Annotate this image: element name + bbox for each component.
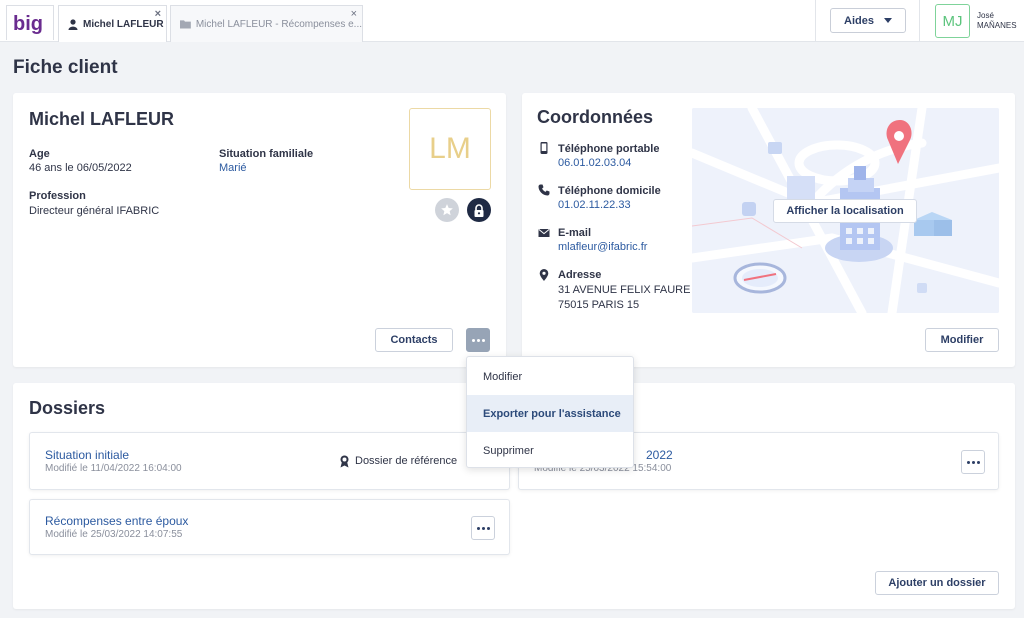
mobile-phone-icon xyxy=(540,142,548,154)
page-title: Fiche client xyxy=(13,57,118,78)
phone-icon xyxy=(538,184,550,196)
dot-icon xyxy=(976,460,980,464)
dossier-title[interactable]: 2022 xyxy=(646,448,673,462)
person-icon xyxy=(68,18,78,30)
dot-icon xyxy=(481,526,485,530)
email-value[interactable]: mlafleur@ifabric.fr xyxy=(558,241,647,253)
dot-icon xyxy=(971,460,975,464)
client-card: Michel LAFLEUR Age 46 ans le 06/05/2022 … xyxy=(13,93,506,367)
situation-value: Marié xyxy=(219,162,247,174)
app-logo[interactable]: big xyxy=(6,5,54,40)
user-first-name: José xyxy=(977,11,994,20)
dossier-more-button[interactable] xyxy=(961,450,985,474)
caret-down-icon xyxy=(883,18,892,23)
email-icon xyxy=(538,229,550,237)
dossier-item[interactable]: Récompenses entre époux Modifié le 25/03… xyxy=(29,499,510,555)
help-button[interactable]: Aides xyxy=(830,8,906,33)
reference-badge: Dossier de référence xyxy=(355,455,458,467)
dot-icon xyxy=(966,460,970,464)
divider xyxy=(815,0,816,42)
location-pin-icon xyxy=(539,269,549,281)
user-name[interactable]: José MAÑANES xyxy=(977,11,1017,31)
big-logo-icon: big xyxy=(13,13,43,35)
coordinates-title: Coordonnées xyxy=(537,107,654,127)
client-more-button[interactable] xyxy=(466,328,490,352)
help-label: Aides xyxy=(844,14,874,27)
menu-item-modify[interactable]: Modifier xyxy=(467,358,633,395)
dossier-more-button[interactable] xyxy=(471,516,495,540)
dossier-title[interactable]: Situation initiale xyxy=(45,448,129,462)
top-bar: big Michel LAFLEUR × Michel LAFLEUR - Ré… xyxy=(0,0,1024,42)
show-location-button[interactable]: Afficher la localisation xyxy=(773,199,917,223)
coordinates-card: Coordonnées Téléphone portable 06.01.02.… xyxy=(522,93,1015,367)
address-line1: 31 AVENUE FELIX FAURE xyxy=(558,284,691,296)
home-phone-label: Téléphone domicile xyxy=(558,185,661,197)
dot-icon xyxy=(476,526,480,530)
email-label: E-mail xyxy=(558,227,592,239)
dot-icon xyxy=(481,338,485,342)
client-name: Michel LAFLEUR xyxy=(29,109,175,129)
dossier-title[interactable]: Récompenses entre époux xyxy=(45,514,188,528)
logo-text: big xyxy=(13,13,43,35)
tab-client[interactable]: Michel LAFLEUR × xyxy=(58,5,167,42)
contacts-button[interactable]: Contacts xyxy=(375,328,453,352)
divider xyxy=(919,0,920,42)
mobile-value[interactable]: 06.01.02.03.04 xyxy=(558,157,631,169)
dot-icon xyxy=(476,338,480,342)
home-phone-value[interactable]: 01.02.11.22.33 xyxy=(558,199,631,211)
tab-dossier-label: Michel LAFLEUR - Récompenses e... xyxy=(195,18,362,30)
dossiers-title: Dossiers xyxy=(29,398,106,418)
profession-value: Directeur général IFABRIC xyxy=(29,205,160,217)
dossier-modified: Modifié le 25/03/2022 14:07:55 xyxy=(45,529,183,540)
modify-coordinates-button[interactable]: Modifier xyxy=(925,328,999,352)
map-illustration: Afficher la localisation xyxy=(692,108,999,313)
add-dossier-button[interactable]: Ajouter un dossier xyxy=(875,571,999,595)
age-label: Age xyxy=(29,148,50,160)
lock-button[interactable] xyxy=(467,198,491,222)
menu-item-export-assistance[interactable]: Exporter pour l'assistance xyxy=(467,395,633,432)
star-icon xyxy=(441,204,453,216)
menu-item-delete[interactable]: Supprimer xyxy=(467,432,633,469)
address-label: Adresse xyxy=(558,269,602,281)
close-icon[interactable]: × xyxy=(351,8,357,20)
age-value: 46 ans le 06/05/2022 xyxy=(29,162,132,174)
lock-icon xyxy=(474,203,484,217)
mobile-label: Téléphone portable xyxy=(558,143,660,155)
client-monogram: LM xyxy=(409,108,491,190)
dossier-modified: Modifié le 11/04/2022 16:04:00 xyxy=(45,463,182,474)
address-line2: 75015 PARIS 15 xyxy=(558,299,640,311)
profession-label: Profession xyxy=(29,190,86,202)
award-icon xyxy=(340,455,349,468)
tab-client-label: Michel LAFLEUR xyxy=(83,18,164,30)
dossier-item[interactable]: Situation initiale Modifié le 11/04/2022… xyxy=(29,432,510,490)
favorite-button[interactable] xyxy=(435,198,459,222)
folder-icon xyxy=(180,20,191,29)
user-last-name: MAÑANES xyxy=(977,21,1017,30)
dot-icon xyxy=(471,338,475,342)
situation-label: Situation familiale xyxy=(219,148,314,160)
user-avatar[interactable]: MJ xyxy=(935,4,970,38)
context-menu: Modifier Exporter pour l'assistance Supp… xyxy=(466,356,634,468)
close-icon[interactable]: × xyxy=(155,8,161,20)
tab-dossier[interactable]: Michel LAFLEUR - Récompenses e... × xyxy=(170,5,363,42)
dot-icon xyxy=(486,526,490,530)
